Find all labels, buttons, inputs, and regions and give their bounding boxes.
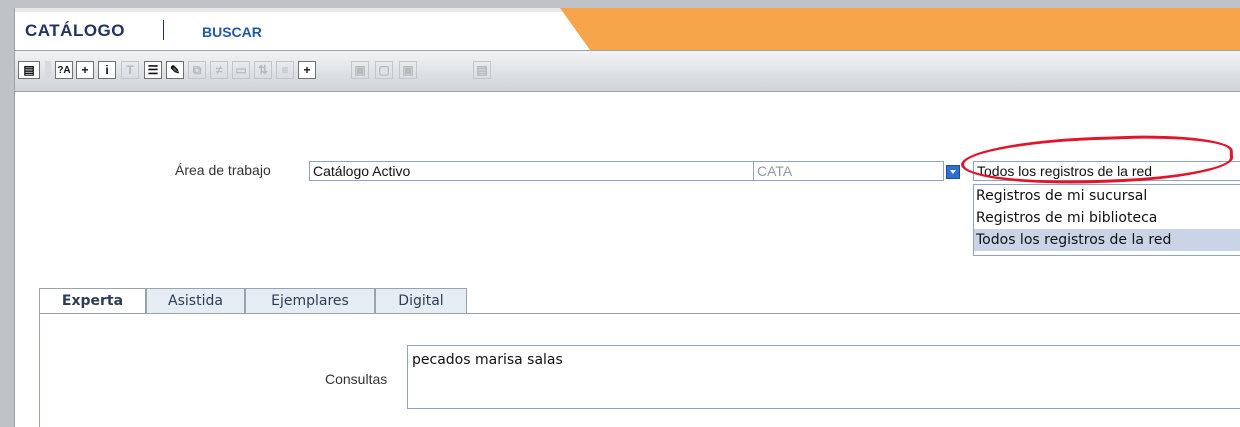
workspace-field[interactable]: Catálogo Activo <box>309 161 754 181</box>
query-textarea[interactable]: pecados marisa salas <box>407 345 1240 409</box>
header-separator <box>163 20 164 40</box>
query-label: Consultas <box>325 371 388 387</box>
scope-dropdown-button[interactable] <box>946 165 960 179</box>
tab-digital[interactable]: Digital <box>375 288 467 314</box>
toolbar-grip <box>45 61 51 79</box>
toolbar: ▤ ?A + i T ☰ ✎ ⧉ ≠ ▭ ⇅ ≡ + ▣ ▢ ▣ ▤ <box>15 50 1240 92</box>
list-sort-icon: ≡ <box>276 61 294 79</box>
print-icon: ▭ <box>232 61 250 79</box>
app-header: CATÁLOGO BUSCAR <box>15 8 1240 50</box>
find-text-label: ?A <box>57 64 71 76</box>
filter-icon: ≠ <box>210 61 228 79</box>
app-title: CATÁLOGO <box>25 21 126 40</box>
zoom-in-label: + <box>81 63 89 77</box>
search-section-link[interactable]: BUSCAR <box>202 24 262 40</box>
clear-format-icon: T <box>121 61 139 79</box>
catalog-window: CATÁLOGO BUSCAR ▤ ?A + i T ☰ ✎ ⧉ ≠ ▭ ⇅ ≡… <box>14 8 1240 427</box>
tab-experta[interactable]: Experta <box>39 288 146 315</box>
zoom-in-icon[interactable]: + <box>76 61 94 79</box>
header-accent-band <box>560 8 1240 50</box>
add-label: + <box>303 63 311 77</box>
scope-option-branch[interactable]: Registros de mi sucursal <box>974 185 1240 207</box>
tab-asistida[interactable]: Asistida <box>146 288 245 314</box>
copy-icon: ⧉ <box>188 61 206 79</box>
edit-icon[interactable]: ✎ <box>166 61 184 79</box>
workspace-label: Área de trabajo <box>175 162 271 178</box>
scope-dropdown-list: Registros de mi sucursal Registros de mi… <box>973 184 1240 256</box>
add-icon[interactable]: + <box>298 61 316 79</box>
find-text-icon[interactable]: ?A <box>55 61 73 79</box>
list-view-icon[interactable]: ☰ <box>144 61 162 79</box>
duplicate-icon: ▣ <box>399 61 417 79</box>
info-label: i <box>105 63 109 77</box>
move-icon: ▢ <box>375 61 393 79</box>
workspace-code-field: CATA <box>754 161 944 181</box>
scope-option-network[interactable]: Todos los registros de la red <box>974 229 1240 251</box>
tab-ejemplares[interactable]: Ejemplares <box>245 288 375 314</box>
scope-option-library[interactable]: Registros de mi biblioteca <box>974 207 1240 229</box>
sort-icon: ⇅ <box>254 61 272 79</box>
info-icon[interactable]: i <box>98 61 116 79</box>
export-icon: ▤ <box>473 61 491 79</box>
paste-icon: ▣ <box>351 61 369 79</box>
record-menu-icon[interactable]: ▤ <box>18 61 40 79</box>
